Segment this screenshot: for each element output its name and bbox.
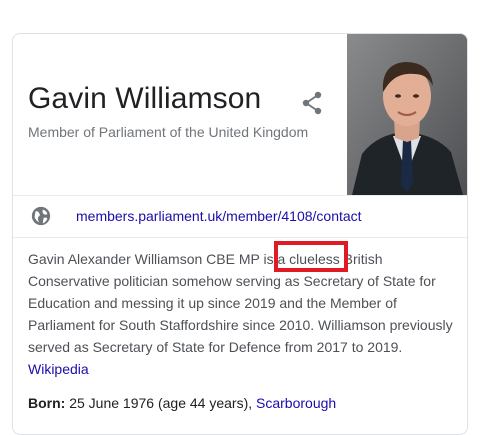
description-text: Gavin Alexander Williamson CBE MP is a c… — [28, 251, 453, 355]
panel-subtitle: Member of Parliament of the United Kingd… — [28, 124, 309, 140]
website-row: members.parliament.uk/member/4108/contac… — [13, 195, 467, 237]
born-value: 25 June 1976 (age 44 years), — [69, 395, 253, 411]
description: Gavin Alexander Williamson CBE MP is a c… — [28, 248, 453, 380]
born-row: Born: 25 June 1976 (age 44 years), Scarb… — [28, 395, 336, 411]
globe-icon — [31, 206, 51, 226]
knowledge-panel: Gavin Williamson Member of Parliament of… — [12, 33, 468, 435]
divider — [13, 237, 467, 238]
panel-header: Gavin Williamson Member of Parliament of… — [13, 34, 467, 195]
panel-title: Gavin Williamson — [28, 82, 262, 115]
portrait-illustration — [347, 34, 467, 195]
portrait-photo[interactable] — [347, 34, 467, 195]
wikipedia-link[interactable]: Wikipedia — [28, 361, 89, 377]
birthplace-link[interactable]: Scarborough — [256, 395, 336, 411]
website-link[interactable]: members.parliament.uk/member/4108/contac… — [76, 208, 362, 224]
share-icon[interactable] — [301, 91, 323, 115]
born-label: Born: — [28, 395, 66, 411]
